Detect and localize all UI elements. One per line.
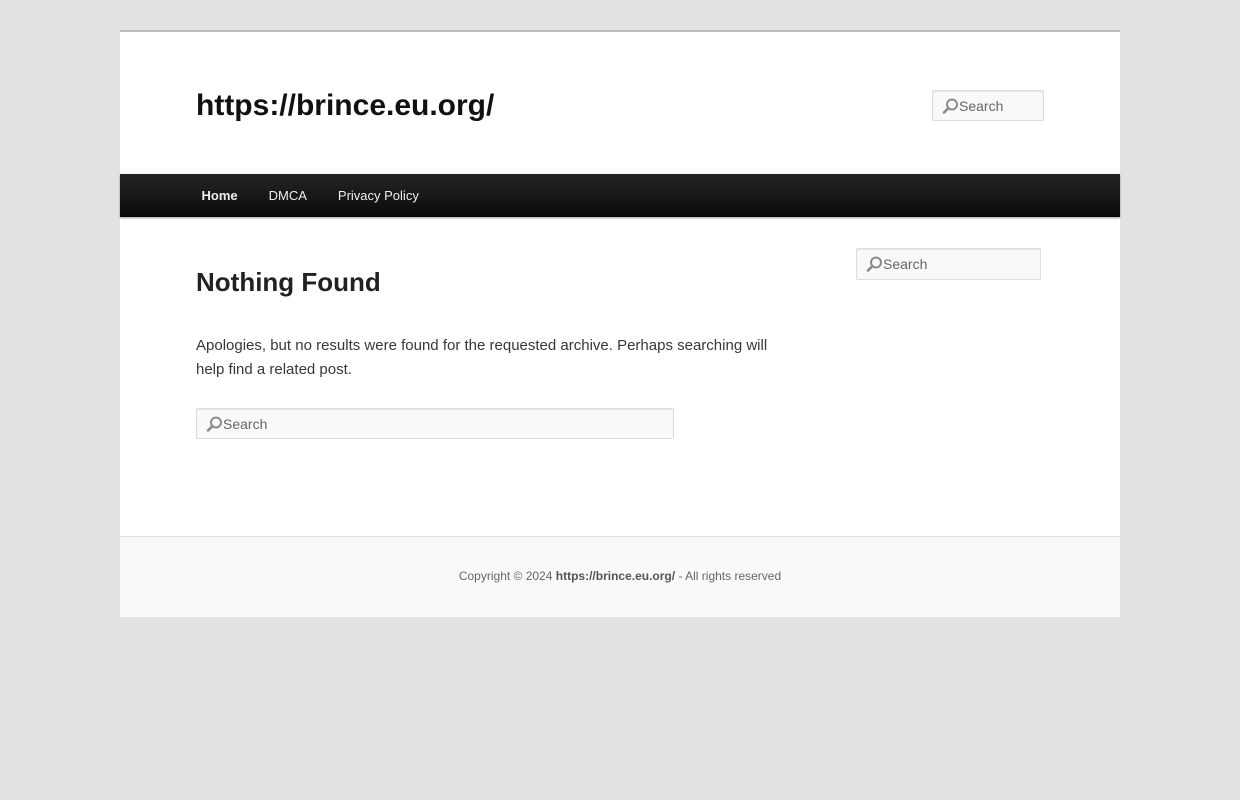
- search-placeholder: Search: [223, 415, 268, 432]
- search-icon: [206, 416, 222, 432]
- search-placeholder: Search: [883, 256, 928, 272]
- footer-copyright: Copyright © 2024 https://brince.eu.org/ …: [120, 569, 1120, 583]
- header-search-input[interactable]: Search: [932, 90, 1044, 121]
- nav-item-dmca[interactable]: DMCA: [253, 174, 322, 217]
- main-navigation: Home DMCA Privacy Policy: [120, 174, 1120, 217]
- search-icon: [942, 98, 958, 114]
- search-placeholder: Search: [959, 97, 1004, 114]
- search-icon: [866, 256, 882, 272]
- page-title: Nothing Found: [196, 267, 381, 297]
- site-header: https://brince.eu.org/ Search: [120, 32, 1120, 174]
- site-title[interactable]: https://brince.eu.org/: [196, 88, 494, 124]
- copyright-text: Copyright © 2024: [458, 569, 553, 583]
- rights-text: - All rights reserved: [678, 569, 782, 583]
- main-content: Nothing Found Apologies, but no results …: [196, 218, 786, 382]
- footer-site-link[interactable]: https://brince.eu.org/: [556, 569, 675, 583]
- nav-item-home[interactable]: Home: [186, 174, 253, 217]
- site-footer: Copyright © 2024 https://brince.eu.org/ …: [120, 536, 1120, 617]
- page: https://brince.eu.org/ Search Home DMCA …: [120, 30, 1120, 617]
- nav-item-privacy-policy[interactable]: Privacy Policy: [322, 174, 434, 217]
- content-search-input[interactable]: Search: [196, 408, 674, 439]
- no-results-message: Apologies, but no results were found for…: [196, 337, 768, 378]
- sidebar-search-input[interactable]: Search: [856, 248, 1041, 280]
